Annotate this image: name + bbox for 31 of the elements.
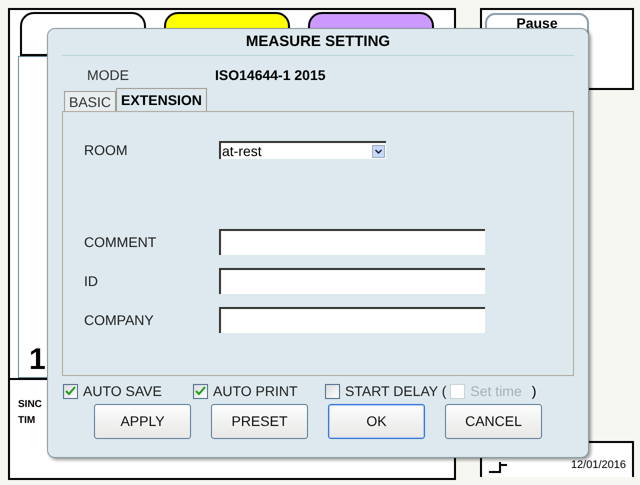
option-label: Set time [470,384,522,398]
info-label: SINC [18,400,42,410]
option-label: START DELAY ( [345,384,446,398]
checkmark-icon [65,386,76,396]
dialog-title: MEASURE SETTING [246,32,390,52]
dialog-button[interactable]: PRESET [211,404,308,439]
checkbox[interactable] [325,384,340,398]
text-input-field[interactable] [219,307,485,333]
date-text: 12/01/2016 [570,458,626,472]
counter-value: 1 [29,345,46,375]
settings-tab[interactable]: EXTENSION [116,88,207,111]
option-label: AUTO PRINT [213,384,298,398]
text-input-field[interactable] [219,229,485,255]
field-label: COMMENT [84,232,158,252]
paren-text: ) [532,382,536,401]
mode-value: ISO14644-1 2015 [215,66,326,84]
field-label: ID [84,272,99,290]
checkbox[interactable] [193,384,208,398]
settings-tab[interactable]: BASIC [64,91,116,111]
checkmark-icon [195,386,206,396]
room-dropdown[interactable]: at-rest [219,141,386,159]
text-input-field[interactable] [219,268,485,294]
info-label: TIM [18,416,36,426]
field-label: COMPANY [84,310,155,330]
dialog-button[interactable]: APPLY [94,404,191,439]
field-label: ROOM [84,140,129,160]
mode-label: MODE [87,66,130,84]
checkbox[interactable] [63,384,78,398]
dialog-button[interactable]: OK [328,404,425,439]
option-label: AUTO SAVE [83,384,162,398]
dialog-button[interactable]: CANCEL [445,404,542,439]
